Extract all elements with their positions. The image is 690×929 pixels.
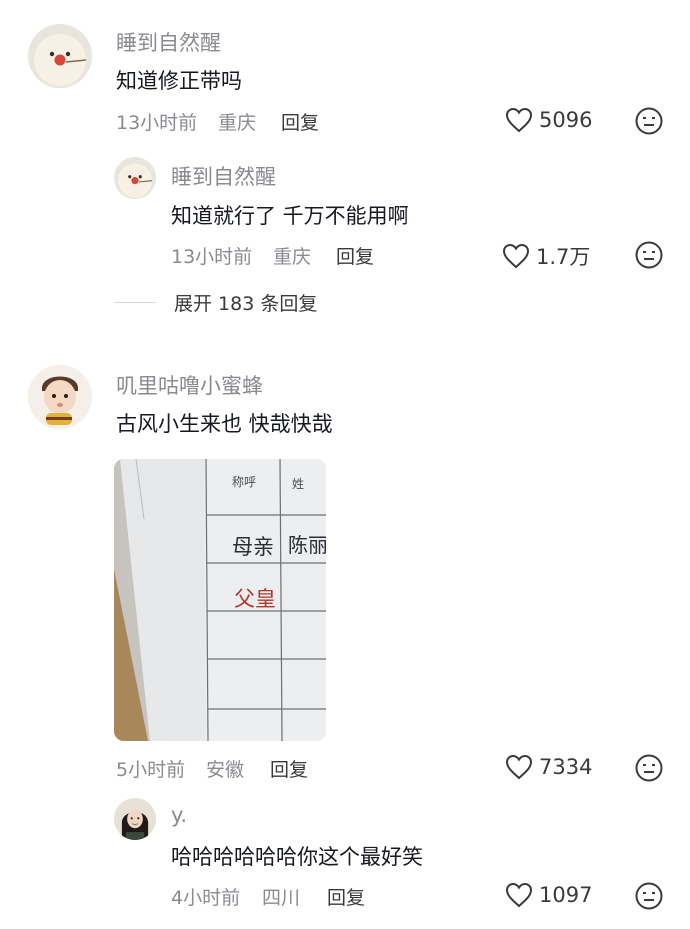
heart-outline-icon xyxy=(502,243,530,269)
reply-text: 哈哈哈哈哈哈你这个最好笑 xyxy=(171,845,423,869)
reply-button[interactable]: 回复 xyxy=(327,883,365,910)
reply-username[interactable]: y. xyxy=(171,803,187,827)
reply-username[interactable]: 睡到自然醒 xyxy=(171,161,276,191)
heart-outline-icon xyxy=(505,754,533,780)
heart-outline-icon xyxy=(505,107,533,133)
like-count: 1097 xyxy=(539,883,593,907)
photo-cell-2: 陈丽 xyxy=(288,533,326,557)
like-count: 1.7万 xyxy=(536,245,591,269)
comment-username[interactable]: 睡到自然醒 xyxy=(116,27,221,57)
avatar-image xyxy=(28,24,92,88)
comment-location: 重庆 xyxy=(218,112,257,134)
comment-photo[interactable]: 称呼 姓 母亲 陈丽 父皇 xyxy=(114,459,326,741)
comment-location: 安徽 xyxy=(206,759,245,781)
like-count: 5096 xyxy=(539,108,593,132)
comment-text: 古风小生来也 快哉快哉 xyxy=(116,412,333,436)
avatar[interactable] xyxy=(28,365,92,429)
reply-time: 13小时前 xyxy=(171,246,253,268)
avatar[interactable] xyxy=(114,798,156,840)
heart-outline-icon xyxy=(505,882,533,908)
reply-time: 4小时前 xyxy=(171,887,241,909)
meh-face-icon[interactable] xyxy=(634,240,664,270)
comment-username[interactable]: 叽里咕噜小蜜蜂 xyxy=(116,370,263,400)
like-button[interactable]: 7334 xyxy=(505,754,592,780)
photo-cell-1: 母亲 xyxy=(232,535,274,559)
avatar-image xyxy=(114,798,156,840)
comment-time: 13小时前 xyxy=(116,112,198,134)
photo-image xyxy=(114,459,326,741)
meh-face-icon[interactable] xyxy=(634,753,664,783)
photo-header-1: 称呼 xyxy=(232,475,257,489)
avatar-image xyxy=(28,365,92,429)
photo-cell-3: 父皇 xyxy=(234,587,276,611)
expand-replies-button[interactable]: 展开 183 条回复 xyxy=(114,289,317,316)
reply-location: 重庆 xyxy=(273,246,312,268)
avatar-image xyxy=(114,157,156,199)
expand-replies-label: 展开 183 条回复 xyxy=(174,293,318,315)
reply-location: 四川 xyxy=(262,887,301,909)
like-button[interactable]: 5096 xyxy=(505,107,592,133)
comment-time: 5小时前 xyxy=(116,759,186,781)
reply-button[interactable]: 回复 xyxy=(336,242,374,269)
reply-button[interactable]: 回复 xyxy=(281,108,319,135)
reply-button[interactable]: 回复 xyxy=(270,755,308,782)
avatar[interactable] xyxy=(28,24,92,88)
meh-face-icon[interactable] xyxy=(634,881,664,911)
like-button[interactable]: 1097 xyxy=(505,882,592,908)
reply-text: 知道就行了 千万不能用啊 xyxy=(171,204,409,228)
like-count: 7334 xyxy=(539,755,593,779)
avatar[interactable] xyxy=(114,157,156,199)
comment-text: 知道修正带吗 xyxy=(116,69,242,93)
photo-header-2: 姓 xyxy=(292,477,305,491)
divider xyxy=(114,302,156,303)
like-button[interactable]: 1.7万 xyxy=(502,241,590,271)
meh-face-icon[interactable] xyxy=(634,106,664,136)
